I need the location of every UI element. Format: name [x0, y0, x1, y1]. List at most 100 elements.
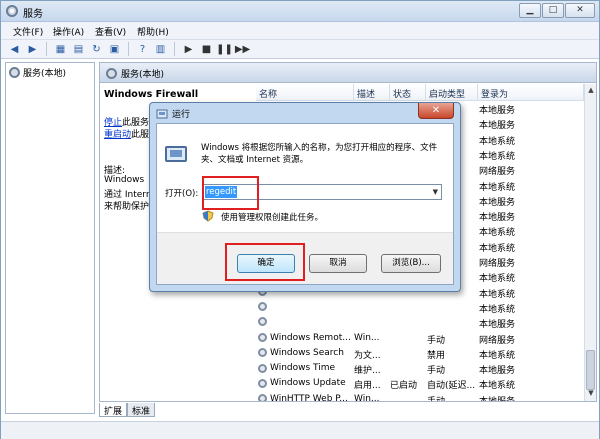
tree-item-label: 服务(本地)	[23, 69, 67, 79]
window-title: 服务	[23, 9, 43, 20]
toolbar-separator	[128, 42, 129, 56]
scroll-up-icon[interactable]: ▲	[586, 86, 596, 96]
column-header-startup-type[interactable]: 启动类型	[426, 84, 478, 101]
service-startup-type: 自动(延迟...	[427, 381, 475, 392]
service-gear-icon	[258, 378, 267, 388]
run-dialog-titlebar: 运行	[156, 107, 190, 120]
dropdown-arrow-icon[interactable]: ▼	[433, 188, 438, 196]
stop-service-icon[interactable]: ■	[199, 42, 214, 56]
tree-item-services-local[interactable]: 服务(本地)	[9, 66, 66, 79]
service-gear-icon	[258, 301, 267, 311]
column-header-description[interactable]: 描述	[354, 84, 390, 101]
title-bar: 服务 ▁ □ ✕	[1, 1, 599, 22]
table-row[interactable]: 本地服务	[256, 315, 584, 330]
menu-view[interactable]: 查看(V)	[95, 25, 126, 38]
export-list-icon[interactable]: ▣	[107, 42, 122, 56]
service-startup-type: 手动	[427, 366, 446, 377]
run-icon	[156, 109, 168, 118]
refresh-icon[interactable]: ↻	[89, 42, 104, 56]
service-logon: 本地服务	[479, 121, 516, 132]
forward-arrow-icon[interactable]: ▶	[25, 42, 40, 56]
service-description: Win...	[354, 393, 380, 402]
service-logon: 网络服务	[479, 167, 516, 178]
run-dialog: 运行 ✕ Windows 将根据您所输入的名称，为您打开相应的程序、文件夹、文档…	[149, 102, 461, 292]
service-logon: 网络服务	[479, 259, 516, 269]
service-name: Windows Update	[270, 378, 346, 389]
column-header-logon-as[interactable]: 登录为	[478, 84, 584, 101]
service-gear-icon	[258, 317, 267, 327]
restart-service-icon[interactable]: ▶▶	[235, 42, 250, 56]
highlight-box-ok	[225, 243, 305, 281]
service-logon: 本地系统	[479, 304, 516, 315]
toolbar: ◀ ▶ ▦ ▤ ↻ ▣ ? ▥ ▶ ■ ❚❚ ▶▶	[1, 40, 599, 59]
menu-help[interactable]: 帮助(H)	[137, 25, 169, 38]
back-arrow-icon[interactable]: ◀	[7, 42, 22, 56]
run-program-icon	[165, 146, 187, 162]
service-logon: 本地服务	[479, 106, 516, 116]
service-logon: 本地服务	[479, 396, 516, 402]
service-status: 已启动	[390, 381, 418, 392]
pane-header-title: 服务(本地)	[121, 70, 165, 80]
minimize-button[interactable]: ▁	[519, 3, 541, 18]
table-row[interactable]: Windows Remot... Win... 手动 网络服务	[256, 331, 584, 346]
start-service-icon[interactable]: ▶	[181, 42, 196, 56]
service-description: 启用...	[354, 381, 381, 392]
tab-extended[interactable]: 扩展	[99, 403, 128, 417]
maximize-button[interactable]: □	[542, 3, 564, 18]
run-dialog-body: Windows 将根据您所输入的名称，为您打开相应的程序、文件夹、文档或 Int…	[156, 123, 454, 285]
service-logon: 本地系统	[479, 182, 516, 193]
menu-file[interactable]: 文件(F)	[13, 25, 43, 38]
console-icon[interactable]: ▥	[153, 42, 168, 56]
service-gear-icon	[258, 333, 267, 342]
vertical-scrollbar[interactable]: ▲ ▼	[584, 84, 596, 401]
table-row[interactable]: Windows Update 启用... 已启动 自动(延迟... 本地系统	[256, 376, 584, 391]
service-logon: 本地服务	[479, 366, 516, 377]
table-row[interactable]: Windows Time 维护... 手动 本地服务	[256, 361, 584, 376]
description-line: Windows	[104, 175, 145, 185]
service-description: 为文...	[354, 350, 381, 361]
service-logon: 本地系统	[479, 228, 516, 239]
cancel-button[interactable]: 取消	[309, 254, 367, 273]
toolbar-separator	[46, 42, 47, 56]
service-description: 维护...	[354, 366, 381, 377]
service-logon: 本地系统	[479, 381, 516, 392]
run-dialog-message: Windows 将根据您所输入的名称，为您打开相应的程序、文件夹、文档或 Int…	[201, 143, 438, 165]
menu-bar: 文件(F) 操作(A) 查看(V) 帮助(H)	[1, 22, 599, 40]
services-gear-icon	[9, 67, 20, 78]
column-header-name[interactable]: 名称	[256, 84, 354, 101]
service-logon: 本地服务	[479, 197, 516, 208]
show-tree-icon[interactable]: ▦	[53, 42, 68, 56]
service-logon: 本地系统	[479, 350, 516, 361]
scroll-down-icon[interactable]: ▼	[586, 389, 596, 399]
close-button[interactable]: ✕	[565, 3, 595, 18]
table-row[interactable]: 本地系统	[256, 300, 584, 315]
service-description: Win...	[354, 332, 380, 343]
table-row[interactable]: WinHTTP Web P... Win... 手动 本地服务	[256, 392, 584, 402]
help-icon[interactable]: ?	[135, 42, 150, 56]
service-name: WinHTTP Web P...	[270, 393, 348, 402]
service-logon: 本地系统	[479, 274, 516, 285]
service-name: Windows Search	[270, 347, 344, 358]
menu-action[interactable]: 操作(A)	[53, 25, 84, 38]
browse-button[interactable]: 浏览(B)...	[381, 254, 441, 273]
scroll-thumb[interactable]	[586, 350, 595, 390]
pane-header: 服务(本地)	[100, 63, 596, 83]
service-logon: 网络服务	[479, 335, 516, 346]
service-name: Windows Time	[270, 363, 336, 374]
table-row[interactable]: Windows Search 为文... 禁用 本地系统	[256, 346, 584, 361]
selected-service-title: Windows Firewall	[104, 89, 199, 100]
pause-service-icon[interactable]: ❚❚	[216, 42, 233, 56]
service-logon: 本地系统	[479, 289, 516, 300]
column-header-status[interactable]: 状态	[390, 84, 426, 101]
open-label: 打开(O):	[165, 189, 199, 199]
service-logon: 本地系统	[479, 151, 516, 162]
admin-note: 使用管理权限创建此任务。	[221, 213, 324, 223]
run-dialog-title: 运行	[172, 110, 191, 120]
service-name: Windows Remot...	[270, 332, 351, 343]
tree-pane: 服务(本地)	[5, 62, 95, 414]
properties-icon[interactable]: ▤	[71, 42, 86, 56]
run-dialog-close-button[interactable]: ✕	[418, 103, 454, 119]
restart-service-link[interactable]: 重启动	[104, 130, 131, 140]
tab-standard[interactable]: 标准	[127, 403, 156, 417]
service-startup-type: 手动	[427, 335, 446, 346]
